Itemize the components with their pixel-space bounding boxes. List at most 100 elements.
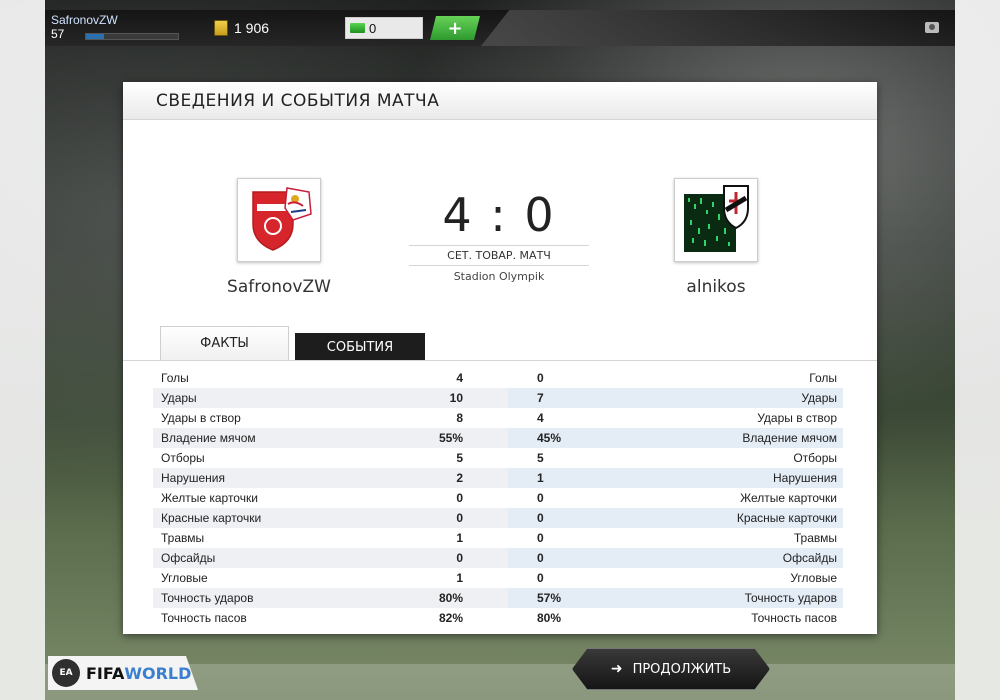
coins-value: 1 906 xyxy=(234,20,270,36)
stat-value-home: 0 xyxy=(456,491,463,505)
match-details-panel: СВЕДЕНИЯ И СОБЫТИЯ МАТЧА 4: 0 СЕТ. ТОВА… xyxy=(123,82,877,634)
stat-label-away: Владение мячом xyxy=(742,431,837,445)
page-title: СВЕДЕНИЯ И СОБЫТИЯ МАТЧА xyxy=(156,91,440,111)
stat-row: Угловые 1 0 Угловые xyxy=(153,568,843,588)
stat-value-home: 1 xyxy=(456,571,463,585)
stat-label-home: Точность пасов xyxy=(161,611,247,625)
stat-value-away: 57% xyxy=(537,591,562,605)
away-team-crest xyxy=(674,178,758,262)
stat-label-home: Отборы xyxy=(161,451,205,465)
stat-label-home: Удары xyxy=(161,391,197,405)
tab-facts[interactable]: ФАКТЫ xyxy=(160,326,289,360)
user-info[interactable]: SafronovZW 57 xyxy=(51,13,179,43)
stat-value-away: 0 xyxy=(537,571,544,585)
stat-value-home: 10 xyxy=(449,391,463,405)
stat-value-home: 5 xyxy=(456,451,463,465)
stat-label-away: Точность пасов xyxy=(751,611,837,625)
stat-label-home: Голы xyxy=(161,371,189,385)
match-summary: 4 : 0 СЕТ. ТОВАР. МАТЧ Stadion Olympik S… xyxy=(123,120,877,360)
add-points-button[interactable]: + xyxy=(430,16,480,40)
stat-label-home: Офсайды xyxy=(161,551,216,565)
panel-header: СВЕДЕНИЯ И СОБЫТИЯ МАТЧА xyxy=(123,82,877,120)
stat-value-away: 0 xyxy=(537,511,544,525)
plus-icon: + xyxy=(447,17,463,39)
stat-value-home: 82% xyxy=(438,611,463,625)
tab-events[interactable]: СОБЫТИЯ xyxy=(295,333,425,361)
top-bar: SafronovZW 57 1 906 0 + xyxy=(45,10,955,46)
stat-label-away: Травмы xyxy=(793,531,837,545)
home-team-name: SafronovZW xyxy=(227,277,331,297)
stat-value-away: 0 xyxy=(537,371,544,385)
xp-progress-bar xyxy=(85,33,179,40)
continue-button[interactable]: ➜ ПРОДОЛЖИТЬ xyxy=(572,648,770,690)
stat-label-home: Владение мячом xyxy=(161,431,256,445)
stat-value-away: 0 xyxy=(537,551,544,565)
stat-row: Удары 10 7 Удары xyxy=(153,388,843,408)
stat-label-away: Красные карточки xyxy=(736,511,837,525)
stat-label-home: Травмы xyxy=(161,531,205,545)
stat-label-away: Желтые карточки xyxy=(740,491,837,505)
stat-row: Отборы 5 5 Отборы xyxy=(153,448,843,468)
stat-value-home: 1 xyxy=(456,531,463,545)
arrow-right-icon: ➜ xyxy=(610,661,623,677)
logo-world-text: WORLD xyxy=(124,663,192,683)
stat-label-away: Точность ударов xyxy=(744,591,837,605)
stat-row: Красные карточки 0 0 Красные карточки xyxy=(153,508,843,528)
stat-value-home: 0 xyxy=(456,551,463,565)
xp-progress-fill xyxy=(86,34,105,39)
home-team-crest xyxy=(237,178,321,262)
fifa-points-balance: 0 xyxy=(345,17,423,39)
stat-row: Владение мячом 55% 45% Владение мячом xyxy=(153,428,843,448)
stat-value-home: 8 xyxy=(456,411,463,425)
stat-value-home: 4 xyxy=(456,371,463,385)
match-score: 4 : 0 xyxy=(442,188,556,242)
stat-label-away: Нарушения xyxy=(772,471,837,485)
stat-value-away: 80% xyxy=(537,611,562,625)
camera-icon[interactable] xyxy=(925,22,939,33)
stat-label-away: Угловые xyxy=(790,571,837,585)
left-margin xyxy=(0,0,45,700)
stat-label-home: Желтые карточки xyxy=(161,491,258,505)
fifa-points-value: 0 xyxy=(369,20,377,36)
stat-row: Голы 4 0 Голы xyxy=(153,368,843,388)
fifa-world-logo: EA FIFA WORLD xyxy=(48,656,198,690)
ea-sports-icon: EA xyxy=(52,659,80,687)
stat-label-away: Отборы xyxy=(793,451,837,465)
stat-row: Удары в створ 8 4 Удары в створ xyxy=(153,408,843,428)
stat-row: Офсайды 0 0 Офсайды xyxy=(153,548,843,568)
stat-value-away: 5 xyxy=(537,451,544,465)
stat-value-home: 55% xyxy=(438,431,463,445)
match-type: СЕТ. ТОВАР. МАТЧ xyxy=(409,245,589,266)
stat-row: Точность ударов 80% 57% Точность ударов xyxy=(153,588,843,608)
stat-value-away: 1 xyxy=(537,471,544,485)
fifa-points-icon xyxy=(350,23,365,33)
stat-row: Точность пасов 82% 80% Точность пасов xyxy=(153,608,843,628)
username: SafronovZW xyxy=(51,13,118,27)
stat-label-home: Красные карточки xyxy=(161,511,262,525)
stat-value-away: 7 xyxy=(537,391,544,405)
stat-label-away: Удары xyxy=(801,391,837,405)
stat-label-away: Удары в створ xyxy=(757,411,837,425)
stat-label-home: Удары в створ xyxy=(161,411,241,425)
stat-value-away: 45% xyxy=(537,431,562,445)
tabs-divider xyxy=(123,360,877,361)
match-stats-table: Голы 4 0 Голы Удары 10 7 Удары Удары в с… xyxy=(153,368,843,628)
away-crest-icon xyxy=(684,185,749,252)
right-margin xyxy=(955,0,1000,700)
stat-row: Нарушения 2 1 Нарушения xyxy=(153,468,843,488)
logo-fifa-text: FIFA xyxy=(86,663,125,683)
top-bar-decoration xyxy=(481,10,955,46)
stat-label-away: Офсайды xyxy=(782,551,837,565)
stat-value-away: 0 xyxy=(537,531,544,545)
stat-value-home: 0 xyxy=(456,511,463,525)
home-crest-icon xyxy=(252,187,312,251)
stat-row: Травмы 1 0 Травмы xyxy=(153,528,843,548)
stat-value-home: 80% xyxy=(438,591,463,605)
stat-label-home: Точность ударов xyxy=(161,591,254,605)
stat-value-home: 2 xyxy=(456,471,463,485)
coins-icon xyxy=(214,20,228,36)
stat-label-home: Нарушения xyxy=(161,471,226,485)
stat-label-home: Угловые xyxy=(161,571,208,585)
stat-value-away: 0 xyxy=(537,491,544,505)
stat-row: Желтые карточки 0 0 Желтые карточки xyxy=(153,488,843,508)
